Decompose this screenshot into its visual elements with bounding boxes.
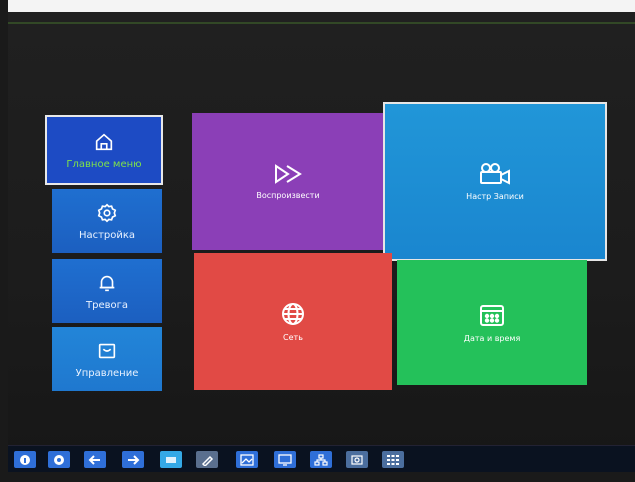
monitor-bezel-left xyxy=(0,0,8,482)
gear-icon xyxy=(97,203,117,222)
tile-record-settings[interactable]: Настр Записи xyxy=(383,102,607,261)
taskbar xyxy=(8,445,635,473)
sidebar-item-label: Тревога xyxy=(85,299,128,311)
sidebar-item-management[interactable]: Управление xyxy=(52,327,162,391)
tile-label: Дата и время xyxy=(463,334,521,343)
info-icon[interactable] xyxy=(14,451,36,468)
monitor-bezel-top xyxy=(0,0,635,12)
image-icon[interactable] xyxy=(236,451,258,468)
fast-forward-icon xyxy=(275,164,302,184)
sidebar-item-alarm[interactable]: Тревога xyxy=(52,259,162,323)
screen-icon[interactable] xyxy=(160,451,182,468)
calendar-icon xyxy=(480,305,504,326)
tile-label: Воспроизвести xyxy=(256,191,320,200)
sidebar-item-main-menu[interactable]: Главное меню xyxy=(45,115,163,185)
arrow-left-icon[interactable] xyxy=(84,451,106,468)
monitor-bezel-bottom xyxy=(0,472,635,482)
tile-network[interactable]: Сеть xyxy=(194,253,392,390)
video-camera-icon xyxy=(480,163,510,185)
box-icon xyxy=(98,343,116,358)
grid-icon[interactable] xyxy=(382,451,404,468)
sidebar-item-label: Главное меню xyxy=(66,158,142,170)
arrow-right-icon[interactable] xyxy=(122,451,144,468)
tile-playback[interactable]: Воспроизвести xyxy=(192,113,384,250)
sidebar-item-label: Управление xyxy=(75,367,139,379)
home-icon xyxy=(95,133,113,150)
sidebar-item-settings[interactable]: Настройка xyxy=(52,189,162,253)
monitor-icon[interactable] xyxy=(274,451,296,468)
tile-label: Настр Записи xyxy=(466,192,524,201)
tile-label: Сеть xyxy=(283,333,303,342)
network-icon[interactable] xyxy=(310,451,332,468)
sidebar-item-label: Настройка xyxy=(78,229,136,241)
screen-scanline xyxy=(8,22,635,24)
camera-icon[interactable] xyxy=(346,451,368,468)
pen-icon[interactable] xyxy=(196,451,218,468)
tile-date-time[interactable]: Дата и время xyxy=(397,260,587,385)
globe-icon xyxy=(282,303,304,325)
bell-icon xyxy=(99,275,115,291)
pointer-icon[interactable] xyxy=(48,451,70,468)
